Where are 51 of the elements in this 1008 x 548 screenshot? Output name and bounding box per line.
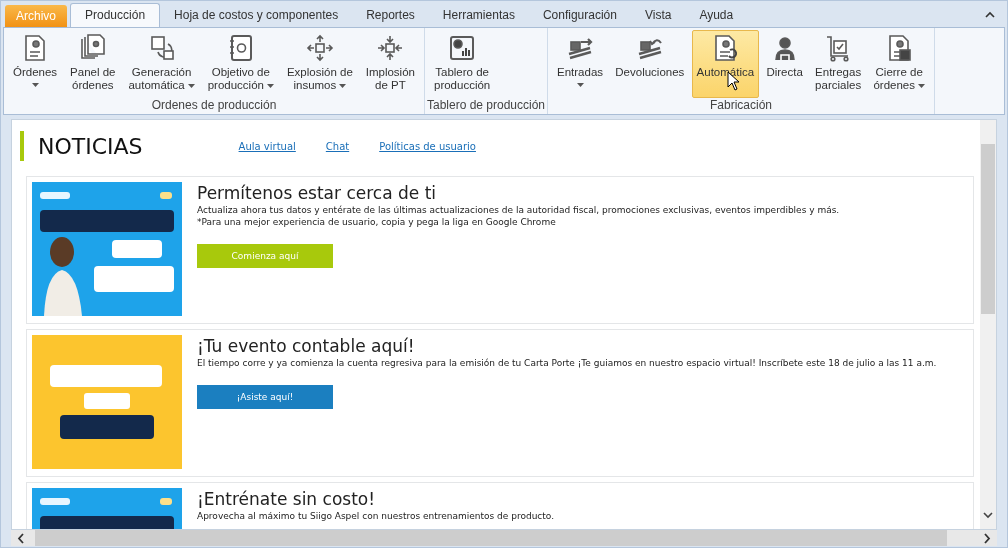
ribbon-tab[interactable]: Configuración	[528, 4, 631, 27]
expand-icon	[305, 34, 334, 62]
implode-icon	[376, 34, 405, 62]
ribbon-button[interactable]: Entregas parciales	[810, 30, 867, 98]
ribbon-button[interactable]: Directa	[761, 30, 808, 98]
chart-icon	[448, 34, 477, 62]
group-label: Ordenes de producción	[151, 98, 277, 114]
collapse-ribbon-icon[interactable]	[985, 11, 995, 18]
group-label: Fabricación	[710, 98, 772, 114]
ribbon-tab[interactable]: Hoja de costos y componentes	[160, 4, 353, 27]
caret-icon	[31, 83, 39, 87]
scroll-right-icon[interactable]	[983, 532, 991, 544]
news-text: El tiempo corre y ya comienza la cuenta regresiva para la emisión de tu Carta Porte ¡Te guiamos en nuestro espacio virtual! Inscríbete este 18 de julio a las 11 a.m.	[197, 357, 937, 369]
caret-icon	[339, 83, 347, 88]
caret-icon	[917, 83, 925, 88]
ribbon-button[interactable]: Generación automática	[123, 30, 200, 98]
horizontal-scrollbar[interactable]	[11, 530, 997, 546]
scroll-left-icon[interactable]	[17, 532, 25, 544]
caret-icon	[576, 83, 584, 87]
news-title: Permítenos estar cerca de ti	[197, 182, 437, 204]
scroll-down-icon[interactable]	[983, 512, 993, 519]
news-text: *Para una mejor experiencia de usuario, copia y pega la liga en Google Chrome	[197, 216, 556, 228]
news-link[interactable]: Chat	[325, 140, 350, 152]
caret-icon	[187, 83, 195, 88]
ribbon-tab[interactable]: Vista	[630, 4, 686, 27]
ribbon-tab[interactable]: Ayuda	[685, 4, 748, 27]
news-heading: NOTICIAS	[38, 133, 143, 159]
ribbon-tab[interactable]: Herramientas	[428, 4, 529, 27]
ribbon-tab[interactable]: Reportes	[352, 4, 429, 27]
vertical-scrollbar[interactable]	[980, 120, 996, 529]
ribbon-button[interactable]: Órdenes	[8, 30, 63, 98]
news-text: Actualiza ahora tus datos y entérate de las últimas actualizaciones de la autoridad fiscal, promociones exclusivas, eventos imperdibles y más.	[197, 204, 840, 216]
news-text: Aprovecha al máximo tu Siigo Aspel con nuestros entrenamientos de producto.	[197, 510, 555, 522]
ribbon-tab[interactable]: Producción	[70, 3, 161, 27]
ribbon-button[interactable]: Tablero de producción	[429, 30, 496, 98]
ribbon-button[interactable]: Objetivo de producción	[202, 30, 279, 98]
news-button[interactable]: ¡Asiste aquí!	[197, 385, 333, 409]
news-link[interactable]: Aula virtual	[238, 140, 296, 152]
group-label: Tablero de producción	[426, 98, 546, 114]
news-link[interactable]: Políticas de usuario	[379, 140, 476, 152]
ribbon-button[interactable]: Explosión de insumos	[281, 30, 358, 98]
ribbon-button[interactable]: Implosión de PT	[360, 30, 420, 98]
news-title: ¡Entrénate sin costo!	[197, 488, 376, 510]
news-title: ¡Tu evento contable aquí!	[197, 335, 415, 357]
ribbon-button[interactable]: Automática	[691, 30, 760, 98]
docs-icon	[78, 34, 107, 62]
ribbon-button[interactable]: Panel de órdenes	[65, 30, 121, 98]
ribbon-button[interactable]: Entradas	[552, 30, 609, 98]
caret-icon	[266, 83, 274, 88]
ribbon-button[interactable]: Devoluciones	[610, 30, 690, 98]
ribbon-button[interactable]: Cierre de órdenes	[868, 30, 930, 98]
